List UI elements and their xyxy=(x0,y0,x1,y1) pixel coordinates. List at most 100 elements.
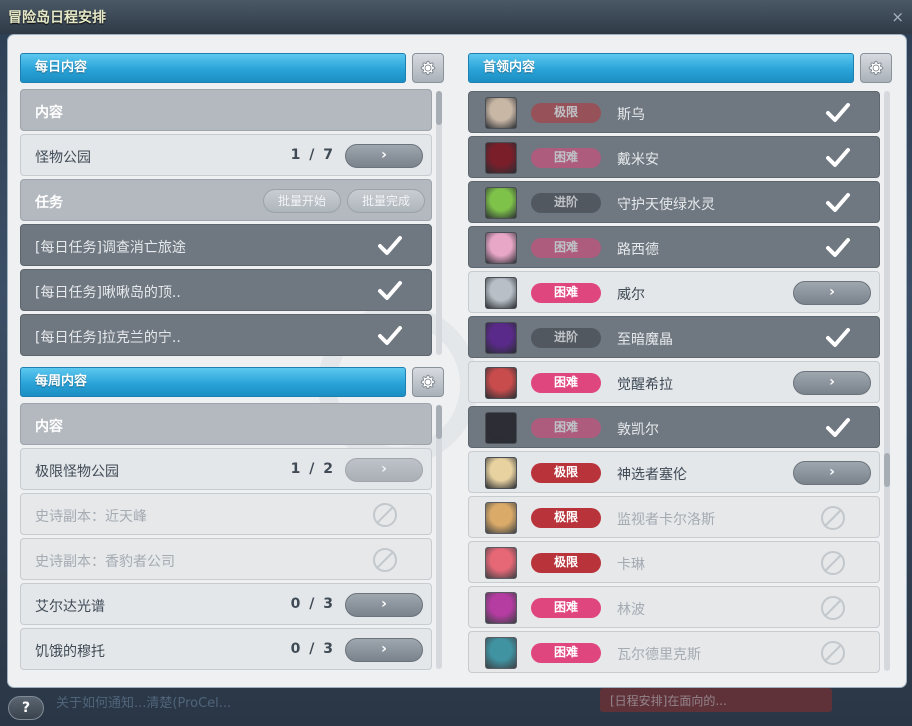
go-button[interactable]: › xyxy=(793,461,871,485)
unavailable-icon xyxy=(821,641,845,665)
difficulty-badge: 极限 xyxy=(531,553,601,573)
daily-quest-label: [每日任务]啾啾岛的顶.. xyxy=(35,285,181,301)
boss-portrait-icon xyxy=(485,367,517,399)
weekly-row-label: 饥饿的穆托 xyxy=(35,644,105,660)
boss-row: 极限 卡琳 xyxy=(468,541,880,583)
batch-start-button[interactable]: 批量开始 xyxy=(263,189,341,213)
unavailable-icon xyxy=(821,506,845,530)
boss-row[interactable]: 困难 路西德 xyxy=(468,226,880,268)
difficulty-badge: 进阶 xyxy=(531,328,601,348)
boss-row[interactable]: 进阶 至暗魔晶 xyxy=(468,316,880,358)
boss-row[interactable]: 困难 敦凯尔 xyxy=(468,406,880,448)
boss-portrait-icon xyxy=(485,277,517,309)
schedule-window: 每日内容 内容 怪物公园 1 / 7 › 任务 批量开始 批量完成 [每日任务]… xyxy=(8,35,906,687)
go-button[interactable]: › xyxy=(345,458,423,482)
boss-row: 极限 监视者卡尔洛斯 xyxy=(468,496,880,538)
difficulty-badge: 极限 xyxy=(531,103,601,123)
gear-icon xyxy=(420,60,436,76)
check-icon xyxy=(826,328,850,347)
boss-name: 戴米安 xyxy=(617,152,659,168)
go-button[interactable]: › xyxy=(793,281,871,305)
boss-name: 监视者卡尔洛斯 xyxy=(617,512,715,528)
boss-row: 困难 瓦尔德里克斯 xyxy=(468,631,880,673)
boss-list: 极限 斯乌 困难 戴米安 进阶 守护天使绿水灵 困难 路西德 困难 威尔 › 进阶 至暗魔晶 困难 觉醒希拉… xyxy=(468,91,880,673)
boss-name: 斯乌 xyxy=(617,107,645,123)
daily-row-label: 怪物公园 xyxy=(35,150,91,166)
daily-quest-row[interactable]: [每日任务]调查消亡旅途 xyxy=(20,224,432,266)
daily-quest-label: [每日任务]调查消亡旅途 xyxy=(35,240,186,256)
weekly-row-count: 0 / 3 xyxy=(290,641,335,657)
boss-row[interactable]: 极限 斯乌 xyxy=(468,91,880,133)
boss-name: 瓦尔德里克斯 xyxy=(617,647,701,663)
boss-name: 卡琳 xyxy=(617,557,645,573)
go-button[interactable]: › xyxy=(345,638,423,662)
boss-portrait-icon xyxy=(485,592,517,624)
daily-row-count: 1 / 7 xyxy=(290,147,335,163)
boss-name: 路西德 xyxy=(617,242,659,258)
daily-content-header: 内容 xyxy=(20,89,432,131)
help-button[interactable]: ? xyxy=(8,696,44,720)
boss-portrait-icon xyxy=(485,142,517,174)
difficulty-badge: 困难 xyxy=(531,373,601,393)
boss-settings-button[interactable] xyxy=(860,53,892,83)
weekly-row: 史诗副本：香豹者公司 xyxy=(20,538,432,580)
weekly-section-header: 每周内容 xyxy=(20,367,406,397)
daily-scrollbar[interactable] xyxy=(436,91,442,355)
weekly-row-count: 1 / 2 xyxy=(290,461,335,477)
unavailable-icon xyxy=(821,551,845,575)
check-icon xyxy=(826,193,850,212)
daily-content-header-label: 内容 xyxy=(35,105,63,121)
daily-quest-header-label: 任务 xyxy=(35,195,63,211)
window-title: 冒险岛日程安排 xyxy=(8,10,106,26)
difficulty-badge: 困难 xyxy=(531,418,601,438)
weekly-content-header-label: 内容 xyxy=(35,419,63,435)
gear-icon xyxy=(420,374,436,390)
daily-settings-button[interactable] xyxy=(412,53,444,83)
boss-portrait-icon xyxy=(485,637,517,669)
difficulty-badge: 困难 xyxy=(531,643,601,663)
daily-section-header: 每日内容 xyxy=(20,53,406,83)
difficulty-badge: 进阶 xyxy=(531,193,601,213)
check-icon xyxy=(378,236,402,255)
weekly-row-label: 史诗副本：香豹者公司 xyxy=(35,554,175,570)
daily-quest-row[interactable]: [每日任务]拉克兰的宁.. xyxy=(20,314,432,356)
boss-scroll-thumb[interactable] xyxy=(884,453,890,487)
boss-name: 林波 xyxy=(617,602,645,618)
weekly-scrollbar[interactable] xyxy=(436,405,442,669)
check-icon xyxy=(826,148,850,167)
boss-row: 困难 觉醒希拉 › xyxy=(468,361,880,403)
check-icon xyxy=(826,418,850,437)
go-button[interactable]: › xyxy=(793,371,871,395)
daily-scroll-thumb[interactable] xyxy=(436,91,442,125)
gear-icon xyxy=(868,60,884,76)
batch-complete-button[interactable]: 批量完成 xyxy=(347,189,425,213)
difficulty-badge: 困难 xyxy=(531,148,601,168)
weekly-list: 内容 极限怪物公园 1 / 2 › 史诗副本：近天峰 史诗副本：香豹者公司 艾尔… xyxy=(20,403,432,671)
weekly-settings-button[interactable] xyxy=(412,367,444,397)
check-icon xyxy=(826,103,850,122)
weekly-scroll-thumb[interactable] xyxy=(436,405,442,439)
boss-row[interactable]: 困难 戴米安 xyxy=(468,136,880,178)
background-notice: [日程安排]在面向的... xyxy=(600,688,832,712)
boss-scrollbar[interactable] xyxy=(884,91,890,671)
weekly-row: 极限怪物公园 1 / 2 › xyxy=(20,448,432,490)
boss-portrait-icon xyxy=(485,232,517,264)
close-icon[interactable]: × xyxy=(891,8,904,26)
difficulty-badge: 困难 xyxy=(531,238,601,258)
boss-portrait-icon xyxy=(485,187,517,219)
boss-name: 觉醒希拉 xyxy=(617,377,673,393)
weekly-row: 艾尔达光谱 0 / 3 › xyxy=(20,583,432,625)
boss-row[interactable]: 进阶 守护天使绿水灵 xyxy=(468,181,880,223)
check-icon xyxy=(826,238,850,257)
boss-portrait-icon xyxy=(485,322,517,354)
difficulty-badge: 极限 xyxy=(531,463,601,483)
boss-name: 威尔 xyxy=(617,287,645,303)
daily-quest-row[interactable]: [每日任务]啾啾岛的顶.. xyxy=(20,269,432,311)
unavailable-icon xyxy=(373,548,397,572)
go-button[interactable]: › xyxy=(345,593,423,617)
boss-portrait-icon xyxy=(485,412,517,444)
difficulty-badge: 困难 xyxy=(531,283,601,303)
unavailable-icon xyxy=(373,503,397,527)
go-button[interactable]: › xyxy=(345,144,423,168)
weekly-row-label: 艾尔达光谱 xyxy=(35,599,105,615)
